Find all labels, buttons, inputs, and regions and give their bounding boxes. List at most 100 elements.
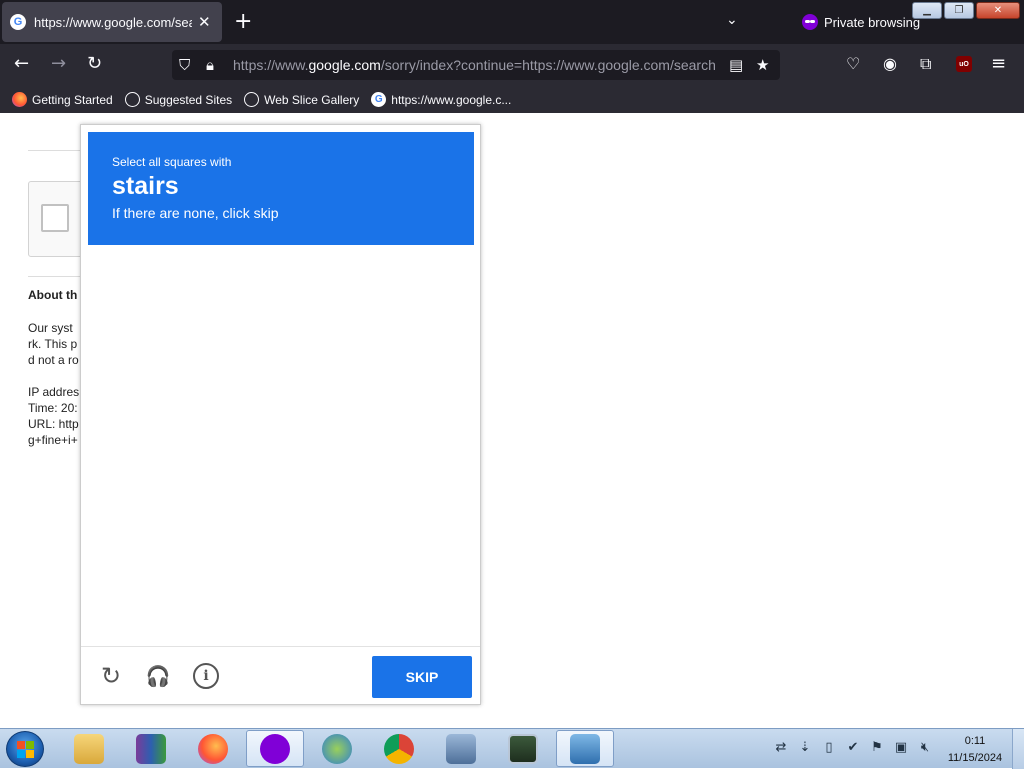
taskbar-explorer[interactable] bbox=[60, 730, 118, 767]
challenge-tile[interactable] bbox=[87, 251, 184, 348]
challenge-header: Select all squares with stairs If there … bbox=[88, 132, 474, 245]
tray-network-icon[interactable]: ▣ bbox=[892, 739, 910, 757]
download-manager-icon bbox=[322, 733, 352, 764]
challenge-tile[interactable] bbox=[281, 348, 378, 445]
url-text[interactable]: https://www.google.com/sorry/index?conti… bbox=[233, 57, 715, 73]
challenge-tile[interactable] bbox=[378, 445, 475, 542]
captcha-challenge-dialog: Select all squares with stairs If there … bbox=[80, 124, 481, 705]
taskbar-firefox[interactable] bbox=[184, 730, 242, 767]
bookmarks-toolbar: Getting Started Suggested Sites Web Slic… bbox=[0, 86, 1024, 113]
private-mask-icon bbox=[802, 14, 818, 30]
info-icon[interactable]: i bbox=[193, 663, 219, 689]
taskbar-clock[interactable]: 0:11 11/15/2024 bbox=[942, 733, 1008, 767]
challenge-tile[interactable] bbox=[378, 542, 475, 639]
challenge-hint: If there are none, click skip bbox=[112, 205, 279, 221]
challenge-tile[interactable] bbox=[184, 542, 281, 639]
taskbar-task-manager[interactable] bbox=[494, 730, 552, 767]
remote-desktop-icon bbox=[570, 733, 600, 764]
private-browsing-icon bbox=[260, 733, 290, 764]
task-manager-icon bbox=[508, 733, 538, 764]
challenge-tile[interactable] bbox=[281, 445, 378, 542]
globe-icon bbox=[244, 92, 260, 107]
address-bar[interactable]: ⛉ 🔒︎ https://www.google.com/sorry/index?… bbox=[172, 50, 780, 80]
tray-document-icon[interactable]: ▯ bbox=[820, 739, 838, 757]
forward-button[interactable]: → bbox=[51, 54, 66, 74]
about-page-title: About th bbox=[28, 288, 78, 302]
close-tab-icon[interactable]: ✕ bbox=[198, 13, 211, 31]
windows-logo-icon bbox=[17, 741, 34, 758]
taskbar-remote-desktop[interactable] bbox=[556, 730, 614, 767]
folder-icon bbox=[74, 733, 104, 764]
bookmark-google[interactable]: G https://www.google.c... bbox=[371, 92, 511, 107]
tab-google-search[interactable]: G https://www.google.com/search?q= ✕ bbox=[2, 2, 222, 42]
close-window-button[interactable]: ✕ bbox=[976, 2, 1020, 19]
system-tray: ⇄ ⇣ ▯ ✔ ⚑ ▣ 🔇︎ bbox=[772, 739, 934, 757]
taskbar-firefox-private[interactable] bbox=[246, 730, 304, 767]
globe-icon bbox=[124, 92, 140, 107]
bookmark-star-icon[interactable]: ★ bbox=[756, 56, 769, 74]
tray-network-sync-icon[interactable]: ⇄ bbox=[772, 739, 790, 757]
firefox-icon bbox=[198, 733, 228, 764]
challenge-tile[interactable] bbox=[184, 251, 281, 348]
bookmark-label: https://www.google.c... bbox=[391, 92, 512, 107]
tab-title: https://www.google.com/search?q= bbox=[34, 14, 192, 30]
page-content: About th Our syst rk. This p d not a ro … bbox=[0, 113, 1024, 728]
tray-volume-muted-icon[interactable]: 🔇︎ bbox=[916, 739, 934, 757]
tray-security-icon[interactable]: ✔ bbox=[844, 739, 862, 757]
challenge-tile[interactable] bbox=[87, 445, 184, 542]
challenge-instruction: Select all squares with bbox=[112, 155, 232, 169]
tracking-protection-shield-icon[interactable]: ⛉ bbox=[179, 56, 190, 74]
taskbar-network[interactable] bbox=[432, 730, 490, 767]
taskbar-internet-download-manager[interactable] bbox=[308, 730, 366, 767]
ublock-origin-icon[interactable]: uO bbox=[956, 56, 972, 72]
account-avatar-icon[interactable]: ◉ bbox=[883, 54, 897, 74]
reload-button[interactable]: ↻ bbox=[87, 54, 102, 74]
bookmark-web-slice-gallery[interactable]: Web Slice Gallery bbox=[244, 92, 359, 107]
challenge-tile[interactable] bbox=[378, 348, 475, 445]
pocket-icon[interactable]: ♡ bbox=[846, 54, 860, 74]
google-icon: G bbox=[371, 92, 387, 107]
lock-icon[interactable]: 🔒︎ bbox=[206, 56, 214, 74]
private-browsing-label: Private browsing bbox=[824, 14, 921, 30]
tray-download-icon[interactable]: ⇣ bbox=[796, 739, 814, 757]
computer-icon bbox=[446, 733, 476, 764]
new-tab-button[interactable]: + bbox=[234, 10, 252, 34]
challenge-footer: ↻ 🎧 i SKIP bbox=[81, 646, 480, 704]
list-all-tabs-icon[interactable]: ⌄ bbox=[726, 12, 738, 28]
bookmark-getting-started[interactable]: Getting Started bbox=[12, 92, 113, 107]
challenge-tile[interactable] bbox=[184, 445, 281, 542]
private-browsing-indicator: Private browsing bbox=[802, 14, 920, 30]
reader-view-icon[interactable]: ▤ bbox=[729, 56, 743, 74]
extensions-icon[interactable]: ⧉ bbox=[920, 54, 931, 74]
challenge-tile[interactable] bbox=[281, 542, 378, 639]
challenge-tile[interactable] bbox=[281, 251, 378, 348]
window-controls: ▁ ❐ ✕ bbox=[912, 2, 1020, 19]
taskbar-chrome[interactable] bbox=[370, 730, 428, 767]
app-menu-icon[interactable]: ≡ bbox=[991, 54, 1006, 74]
challenge-tile-grid bbox=[87, 251, 475, 639]
recaptcha-checkbox[interactable] bbox=[41, 204, 69, 232]
taskbar-winrar[interactable] bbox=[122, 730, 180, 767]
minimize-button[interactable]: ▁ bbox=[912, 2, 942, 19]
bookmark-label: Getting Started bbox=[32, 92, 113, 107]
show-desktop-button[interactable] bbox=[1012, 729, 1024, 769]
firefox-icon bbox=[12, 92, 27, 107]
tab-strip: G https://www.google.com/search?q= ✕ + ⌄… bbox=[0, 0, 1024, 44]
bookmark-suggested-sites[interactable]: Suggested Sites bbox=[124, 92, 233, 107]
challenge-target: stairs bbox=[112, 172, 179, 200]
start-button[interactable] bbox=[6, 731, 44, 767]
back-button[interactable]: ← bbox=[14, 54, 29, 74]
challenge-tile[interactable] bbox=[87, 542, 184, 639]
bookmark-label: Suggested Sites bbox=[144, 92, 233, 107]
audio-challenge-icon[interactable]: 🎧 bbox=[145, 663, 171, 689]
tray-action-center-flag-icon[interactable]: ⚑ bbox=[868, 739, 886, 757]
challenge-tile[interactable] bbox=[378, 251, 475, 348]
challenge-tile[interactable] bbox=[184, 348, 281, 445]
restore-button[interactable]: ❐ bbox=[944, 2, 974, 19]
skip-button[interactable]: SKIP bbox=[372, 656, 472, 698]
clock-time: 0:11 bbox=[964, 735, 986, 747]
winrar-icon bbox=[136, 733, 166, 764]
challenge-tile[interactable] bbox=[87, 348, 184, 445]
windows-taskbar: ⇄ ⇣ ▯ ✔ ⚑ ▣ 🔇︎ 0:11 11/15/2024 bbox=[0, 728, 1024, 769]
reload-challenge-icon[interactable]: ↻ bbox=[98, 663, 124, 689]
